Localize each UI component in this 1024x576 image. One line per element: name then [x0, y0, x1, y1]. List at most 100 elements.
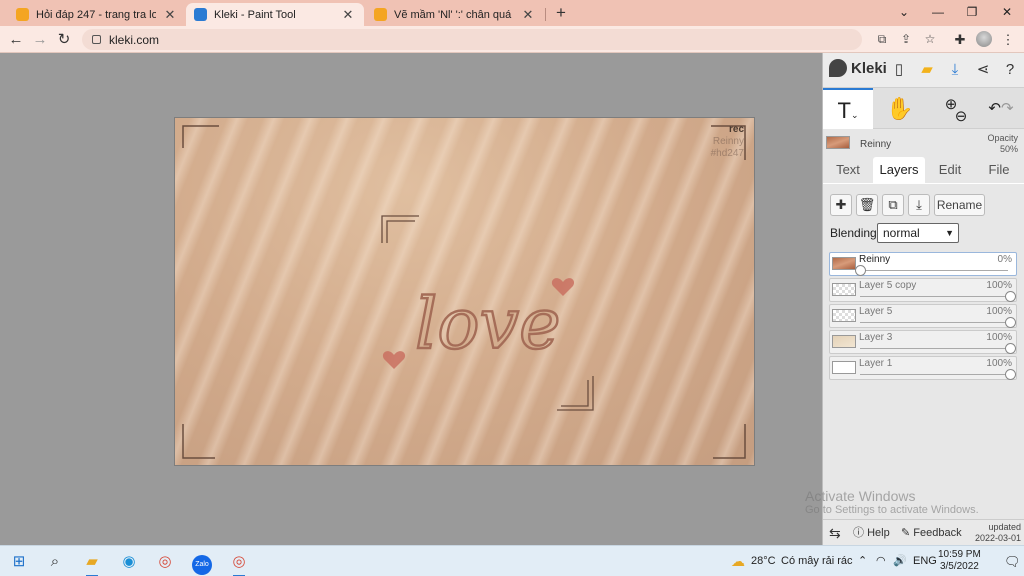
undo-redo-icon[interactable]: ↶↷ — [977, 88, 1024, 129]
weather-icon[interactable]: ☁ — [731, 546, 745, 576]
swap-panel-icon[interactable]: ⇆ — [829, 520, 841, 546]
layer-opacity-slider[interactable] — [860, 374, 1008, 375]
redo-icon[interactable]: ↷ — [1001, 100, 1014, 117]
feedback-button[interactable]: ✎ Feedback — [901, 520, 962, 546]
duplicate-layer-icon[interactable]: ⧉ — [882, 194, 904, 216]
zoom-out-icon[interactable]: ⊖ — [955, 108, 968, 125]
tab-hoidap[interactable]: Hỏi đáp 247 - trang tra loi ✕ — [8, 3, 186, 26]
watermark: rec Reinny #hd247 — [711, 124, 744, 160]
close-tab-icon[interactable]: ✕ — [340, 7, 356, 23]
layer-row[interactable]: Layer 5 copy 100% — [829, 278, 1017, 302]
restore-icon[interactable]: ❐ — [955, 0, 989, 24]
search-icon[interactable]: ⌕ — [43, 550, 67, 574]
close-tab-icon[interactable]: ✕ — [162, 7, 178, 23]
layer-row[interactable]: Layer 5 100% — [829, 304, 1017, 328]
layer-opacity-slider[interactable] — [860, 322, 1008, 323]
reload-icon[interactable]: ↻ — [54, 30, 74, 49]
zoom-in-out-icon[interactable]: ⊕ ⊖ — [927, 88, 975, 129]
edge-browser-icon[interactable]: ◉ — [117, 550, 141, 574]
chrome-icon[interactable]: ◎ — [153, 550, 177, 574]
layer-thumbnail — [832, 309, 856, 322]
download-icon[interactable]: ⤓ — [945, 59, 965, 81]
close-window-icon[interactable]: ✕ — [990, 0, 1024, 24]
layer-thumbnail — [832, 361, 856, 374]
weather-text[interactable]: Có mây rải rác — [781, 546, 853, 576]
layer-opacity-knob[interactable] — [1005, 291, 1016, 302]
help-icon[interactable]: ? — [1000, 59, 1020, 81]
rename-button[interactable]: Rename — [934, 194, 985, 216]
kleki-logo[interactable]: Kleki — [829, 59, 887, 77]
chrome-active-icon[interactable]: ◎ — [227, 550, 251, 576]
activate-line1: Activate Windows — [805, 488, 916, 504]
layer-opacity-slider[interactable] — [860, 270, 1008, 271]
layer-name: Layer 3 — [859, 332, 893, 343]
tab-edit[interactable]: Edit — [927, 157, 973, 183]
open-folder-icon[interactable]: ▰ — [917, 59, 937, 81]
minimize-icon[interactable]: — — [921, 0, 955, 24]
tab-kleki[interactable]: Kleki - Paint Tool ✕ — [186, 3, 364, 26]
system-clock[interactable]: 10:59 PM 3/5/2022 — [938, 549, 981, 573]
extensions-puzzle-icon[interactable]: ✚ — [950, 29, 970, 50]
language-indicator[interactable]: ENG — [913, 546, 937, 576]
merge-down-icon[interactable]: ⤓ — [908, 194, 930, 216]
back-arrow-icon[interactable]: ← — [6, 30, 26, 49]
forward-arrow-icon[interactable]: → — [30, 30, 50, 49]
layer-opacity-knob[interactable] — [1005, 369, 1016, 380]
activate-line2: Go to Settings to activate Windows. — [805, 504, 979, 516]
notification-icon[interactable]: 🗨 — [1004, 546, 1021, 576]
add-layer-button[interactable]: ✚ — [830, 194, 852, 216]
layer-opacity-knob[interactable] — [1005, 317, 1016, 328]
opacity-value: 50% — [999, 144, 1018, 154]
tab-file[interactable]: File — [975, 157, 1023, 183]
panel-tabs: Text Layers Edit File — [823, 157, 1024, 183]
corner-bottom-left — [182, 424, 215, 459]
blending-select[interactable]: normal ▼ — [877, 223, 959, 243]
file-explorer-icon[interactable]: ▰ — [80, 550, 104, 576]
browser-toolbar: ← → ↻ kleki.com ⧉ ⇪ ☆ ✚ ⋮ — [0, 26, 1024, 53]
chevron-up-icon[interactable]: ⌃ — [858, 546, 867, 576]
layer-opacity-slider[interactable] — [860, 296, 1008, 297]
new-image-icon[interactable]: ▯ — [889, 59, 909, 81]
tab-layers[interactable]: Layers — [873, 157, 925, 183]
tab-search-icon[interactable]: ⌄ — [887, 0, 921, 24]
clock-time: 10:59 PM — [938, 549, 981, 560]
windows-start-icon[interactable]: ⊞ — [7, 550, 31, 574]
address-bar[interactable]: kleki.com — [82, 29, 862, 50]
layer-opacity-slider[interactable] — [860, 348, 1008, 349]
hoidap-favicon-icon — [16, 8, 29, 21]
opacity-readout: Opacity 50% — [987, 133, 1018, 155]
current-layer-name: Reinny — [860, 139, 892, 150]
new-tab-button[interactable]: + — [551, 3, 571, 23]
tab-vemam[interactable]: Vẽ mầm 'Nl' ':' chân quá mn ạ 'l' ✕ — [366, 3, 544, 26]
help-button[interactable]: ⓘ Help — [853, 520, 890, 546]
canvas-workspace[interactable]: love rec Reinny #hd247 — [0, 53, 822, 545]
tab-text[interactable]: Text — [825, 157, 871, 183]
close-tab-icon[interactable]: ✕ — [520, 7, 536, 23]
weather-temp[interactable]: 28°C — [751, 546, 776, 576]
heart-bottom-left — [382, 351, 406, 369]
translate-icon[interactable]: ⧉ — [873, 29, 891, 49]
profile-avatar[interactable] — [976, 31, 992, 47]
love-lettering: love — [415, 283, 561, 365]
drawing-canvas[interactable]: love rec Reinny #hd247 — [174, 117, 755, 466]
zalo-icon[interactable]: Zalo — [190, 550, 214, 575]
hand-tool-icon[interactable]: ✋ — [875, 88, 925, 129]
layer-opacity-knob[interactable] — [855, 265, 866, 276]
browser-menu-icon[interactable]: ⋮ — [998, 29, 1018, 50]
current-layer-thumbnail — [826, 136, 850, 149]
layer-row[interactable]: Layer 1 100% — [829, 356, 1017, 380]
layer-row[interactable]: Reinny 0% — [829, 252, 1017, 276]
chevron-down-icon: ⌄ — [850, 110, 859, 120]
corner-bottom-right — [713, 424, 746, 459]
share-page-icon[interactable]: ⇪ — [897, 29, 915, 49]
network-icon[interactable]: ◠ — [876, 546, 886, 576]
share-icon[interactable]: ⋖ — [973, 59, 993, 81]
layer-row[interactable]: Layer 3 100% — [829, 330, 1017, 354]
text-tool-button[interactable]: T⌄ — [823, 88, 873, 129]
bookmark-star-icon[interactable]: ☆ — [921, 29, 939, 49]
delete-layer-icon[interactable]: 🗑 — [856, 194, 878, 216]
volume-icon[interactable]: 🔊 — [893, 546, 907, 576]
feedback-label: Feedback — [913, 527, 962, 539]
layer-opacity-knob[interactable] — [1005, 343, 1016, 354]
activate-windows-watermark: Activate Windows Go to Settings to activ… — [805, 488, 979, 516]
